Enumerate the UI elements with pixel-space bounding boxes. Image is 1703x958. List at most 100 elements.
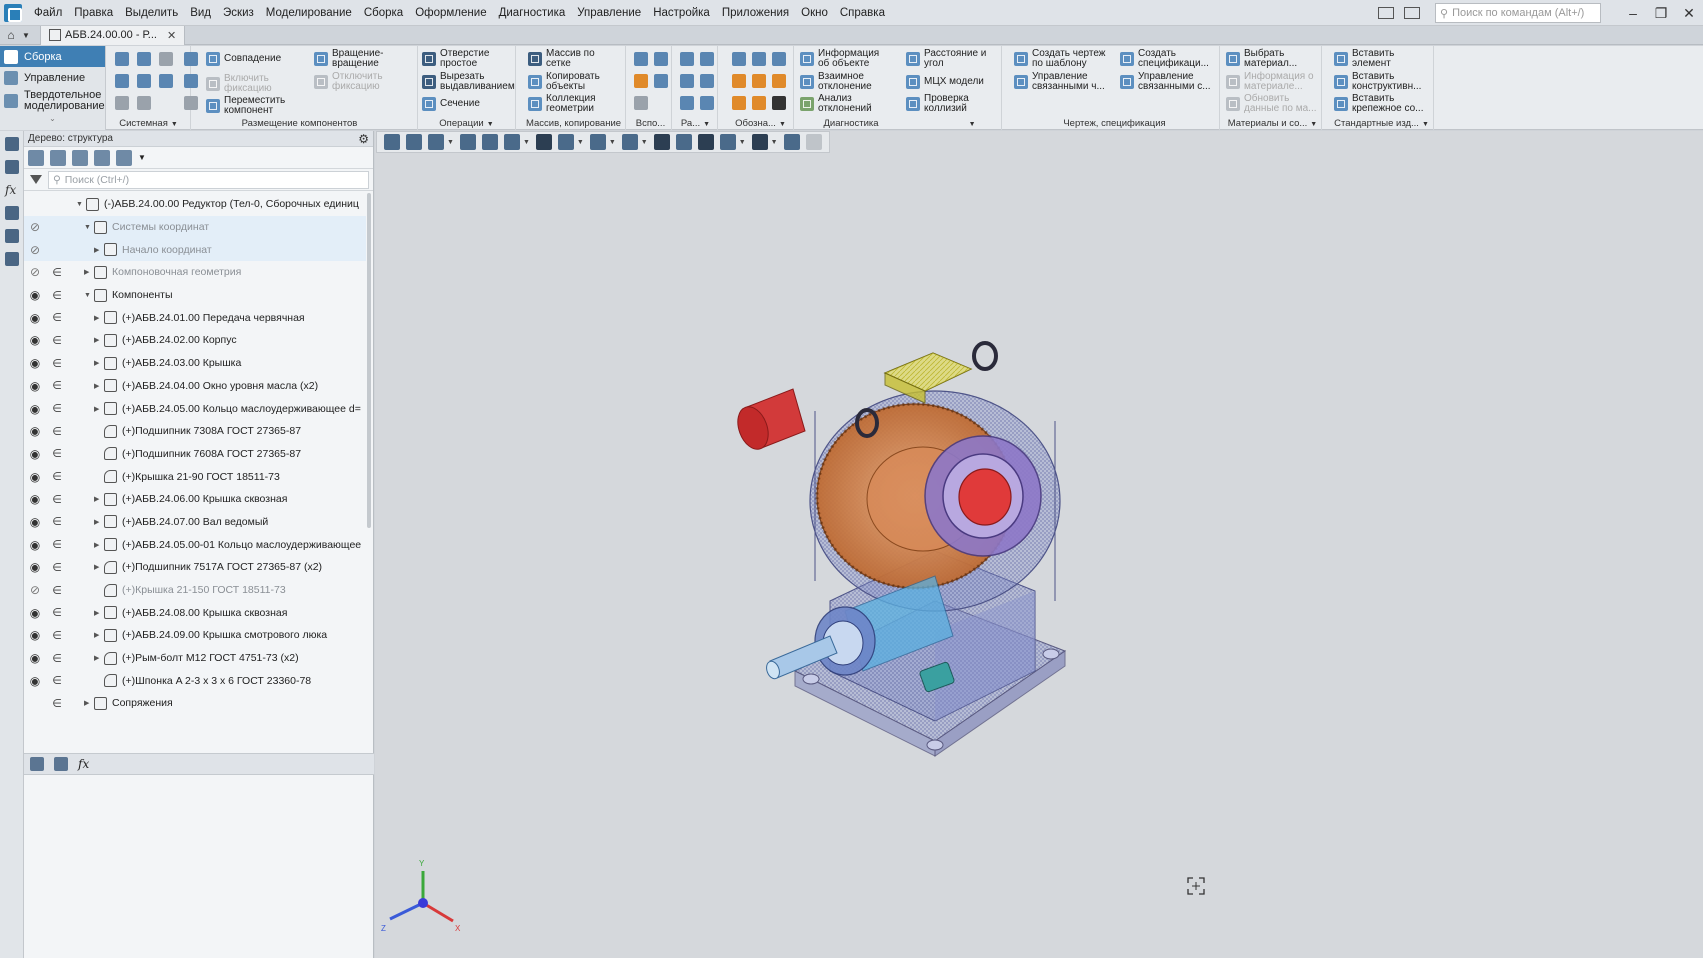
chevron-down-icon[interactable]: ▼: [969, 121, 976, 128]
menu-item[interactable]: Настройка: [647, 7, 716, 19]
eye-hidden-icon[interactable]: ⊘: [28, 583, 42, 597]
eye-icon[interactable]: ◉: [28, 333, 42, 347]
mass-props-button[interactable]: МЦХ модели: [906, 75, 984, 89]
list-panel-icon[interactable]: [5, 229, 19, 243]
choose-material-button[interactable]: Выбрать материал...: [1226, 49, 1297, 69]
include-icon[interactable]: ∈: [52, 697, 62, 710]
expand-toggle-icon[interactable]: ▶: [94, 609, 99, 617]
eye-icon[interactable]: ◉: [28, 447, 42, 461]
undo-icon[interactable]: [115, 96, 129, 110]
expand-toggle-icon[interactable]: ▶: [94, 631, 99, 639]
properties-tab-icon[interactable]: [54, 757, 68, 771]
include-icon[interactable]: ∈: [52, 311, 62, 324]
ra-tag-icon[interactable]: [700, 96, 714, 110]
expand-toggle-icon[interactable]: ▶: [94, 246, 99, 254]
zoom-window-icon[interactable]: [406, 134, 422, 150]
add-from-file-icon[interactable]: [184, 74, 198, 88]
expand-toggle-icon[interactable]: ▶: [94, 336, 99, 344]
eye-icon[interactable]: ◉: [28, 311, 42, 325]
chevron-down-icon[interactable]: ▼: [22, 31, 34, 40]
linked-drawings-button[interactable]: Управление связанными ч...: [1014, 72, 1105, 92]
mode-solid-modeling[interactable]: Твердотельное моделирование: [0, 88, 105, 114]
tree-row[interactable]: ⊘ ▶ Начало координат: [24, 238, 366, 262]
command-search-input[interactable]: ⚲ Поиск по командам (Alt+/): [1435, 3, 1601, 23]
mode-management[interactable]: Управление: [0, 67, 105, 88]
enable-fix-button[interactable]: Включить фиксацию: [206, 74, 272, 94]
notation-edit-icon[interactable]: [732, 52, 746, 66]
notation-line-icon[interactable]: [772, 52, 786, 66]
menu-item[interactable]: Окно: [795, 7, 834, 19]
tree-row[interactable]: ⊘ ∈ ▶ Компоновочная геометрия: [24, 261, 366, 284]
aux-cs-icon[interactable]: [654, 74, 668, 88]
pencil-icon[interactable]: [805, 134, 822, 150]
include-icon[interactable]: ∈: [52, 334, 62, 347]
extrude-cut-button[interactable]: Вырезать выдавливанием: [422, 72, 515, 92]
include-icon[interactable]: ∈: [52, 357, 62, 370]
array-grid-button[interactable]: Массив по сетке: [528, 49, 595, 69]
tree-row[interactable]: ◉ ∈ ▶ (+)АБВ.24.07.00 Вал ведомый: [24, 511, 366, 534]
coincide-button[interactable]: Совпадение: [206, 52, 281, 66]
notation-base-icon[interactable]: [732, 96, 746, 110]
chevron-down-icon[interactable]: ▼: [641, 139, 648, 146]
expand-toggle-icon[interactable]: ▶: [94, 382, 99, 390]
disable-fix-button[interactable]: Отключить фиксацию: [314, 72, 383, 92]
display-settings-icon[interactable]: [697, 134, 714, 150]
tree-scrollbar[interactable]: [367, 193, 371, 528]
expand-toggle-icon[interactable]: ▶: [94, 541, 99, 549]
tree-row[interactable]: ◉ ∈ ▶ (+)Рым-болт М12 ГОСТ 4751-73 (x2): [24, 647, 366, 670]
linked-specs-button[interactable]: Управление связанными с...: [1120, 72, 1211, 92]
gearbox-model[interactable]: [732, 341, 1067, 757]
hole-button[interactable]: Отверстие простое: [422, 49, 489, 69]
fit-all-icon[interactable]: [384, 134, 400, 150]
eye-hidden-icon[interactable]: ⊘: [28, 220, 42, 234]
include-icon[interactable]: ∈: [52, 538, 62, 551]
add-component-icon[interactable]: [184, 52, 198, 66]
hierarchy-panel-icon[interactable]: [5, 252, 19, 266]
tree-panel-icon[interactable]: [5, 137, 19, 151]
include-icon[interactable]: ∈: [52, 379, 62, 392]
eye-icon[interactable]: ◉: [28, 674, 42, 688]
tree-view-icon[interactable]: [72, 149, 88, 166]
shaded-mode-icon[interactable]: [535, 134, 552, 150]
include-icon[interactable]: ∈: [52, 561, 62, 574]
tree-tab-icon[interactable]: [30, 757, 44, 771]
material-info-button[interactable]: Информация о материале...: [1226, 72, 1314, 92]
include-icon[interactable]: ∈: [52, 629, 62, 642]
eye-hidden-icon[interactable]: ⊘: [28, 265, 42, 279]
chevron-down-icon[interactable]: ▼: [703, 121, 710, 128]
chevron-down-icon[interactable]: ▼: [1310, 121, 1317, 128]
print-icon[interactable]: [115, 74, 129, 88]
collapse-toggle-icon[interactable]: ▼: [84, 292, 91, 299]
chevron-down-icon[interactable]: ▼: [609, 139, 616, 146]
layout-toggle-icon[interactable]: [1378, 7, 1394, 19]
include-icon[interactable]: ∈: [52, 402, 62, 415]
eye-icon[interactable]: ◉: [28, 402, 42, 416]
open-file-icon[interactable]: [137, 52, 151, 66]
eye-icon[interactable]: ◉: [28, 651, 42, 665]
eye-icon[interactable]: ◉: [28, 492, 42, 506]
filter-icon[interactable]: [751, 134, 768, 150]
document-tab[interactable]: АБВ.24.00.00 - Р... ✕: [40, 25, 186, 45]
tree-row[interactable]: ▼ (-)АБВ.24.00.00 Редуктор (Тел-0, Сбороч…: [24, 193, 366, 216]
menu-item[interactable]: Справка: [834, 7, 891, 19]
menu-item[interactable]: Вид: [184, 7, 217, 19]
tree-row[interactable]: ∈ ▶ Сопряжения: [24, 692, 366, 715]
chevron-down-icon[interactable]: ▼: [779, 121, 786, 128]
redo-icon[interactable]: [137, 96, 151, 110]
include-icon[interactable]: ∈: [52, 652, 62, 665]
chevron-down-icon[interactable]: ▼: [739, 139, 746, 146]
notation-angle-icon[interactable]: [752, 74, 766, 88]
tree-row[interactable]: ◉ ∈ ▶ (+)Подшипник 7517А ГОСТ 27365-87 (x2): [24, 556, 366, 579]
move-component-button[interactable]: Переместить компонент: [206, 96, 285, 116]
tree-row[interactable]: ⊘ ▼ Системы координат: [24, 215, 366, 239]
zoom-icon[interactable]: [428, 134, 444, 150]
new-file-icon[interactable]: [115, 52, 129, 66]
app-logo-icon[interactable]: [4, 3, 22, 22]
tree-row[interactable]: ◉ ∈ (+)Подшипник 7308А ГОСТ 27365-87: [24, 420, 366, 443]
menu-item[interactable]: Сборка: [358, 7, 409, 19]
gear-icon[interactable]: ⚙: [358, 132, 369, 146]
include-icon[interactable]: ∈: [52, 289, 62, 302]
chevron-down-icon[interactable]: ▼: [523, 139, 530, 146]
chevron-down-icon[interactable]: ▼: [771, 139, 778, 146]
create-spec-button[interactable]: Создать спецификаци...: [1120, 49, 1209, 69]
